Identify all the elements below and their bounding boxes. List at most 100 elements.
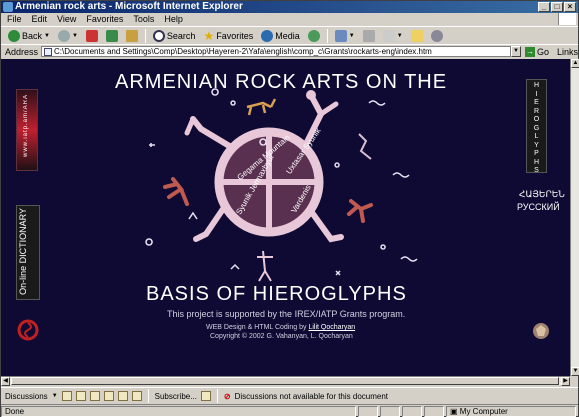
folder-button[interactable] — [408, 28, 426, 44]
browser-window: Armenian rock arts - Microsoft Internet … — [0, 0, 579, 417]
subscribe-icon[interactable] — [200, 391, 211, 401]
discussions-button[interactable]: Discussions — [5, 392, 48, 401]
toolbar: Back ▼ ▼ Search ★ Favorites Media ▼ ▼ — [1, 26, 578, 44]
hieroglyphs-button[interactable]: HIEROGLYPHS — [526, 79, 547, 174]
status-panel — [424, 405, 444, 417]
computer-icon: ▣ — [450, 406, 458, 416]
back-arrow-icon — [8, 29, 20, 42]
status-bar: Done ▣ My Computer — [1, 404, 578, 417]
credit-prefix: WEB Design & HTML Coding by — [206, 324, 307, 331]
petroglyph-figure-bottom — [257, 250, 273, 282]
discussions-message: Discussions not available for this docum… — [234, 391, 389, 401]
not-available-icon: ⊘ — [223, 391, 231, 401]
subscribe-button[interactable]: Subscribe... — [155, 392, 197, 401]
petroglyph-deer-top — [246, 98, 277, 116]
scroll-right-button[interactable]: ▶ — [561, 377, 570, 386]
support-note: This project is supported by the IREX/IA… — [167, 309, 406, 319]
home-icon — [125, 29, 138, 42]
eternity-sign-icon[interactable] — [17, 319, 39, 341]
minimize-button[interactable]: _ — [538, 2, 550, 12]
history-button[interactable] — [305, 28, 323, 44]
close-button[interactable]: × — [564, 2, 576, 12]
toolbar-separator — [216, 389, 218, 403]
stop-button[interactable] — [83, 28, 101, 44]
menu-help[interactable]: Help — [164, 14, 183, 24]
horizontal-scroll-thumb[interactable] — [11, 377, 559, 385]
discussion-icon[interactable] — [103, 391, 114, 401]
status-panel — [402, 405, 422, 417]
history-icon — [307, 29, 320, 42]
page-content: Gegama Mountain Uxtasar Syunik Syunik Je… — [1, 59, 570, 376]
address-bar: Address C:\Documents and Settings\Comp\D… — [1, 44, 578, 58]
vertical-scrollbar[interactable]: ▲ ▼ — [570, 59, 579, 376]
scroll-down-button[interactable]: ▼ — [571, 367, 579, 376]
edit-button[interactable]: ▼ — [380, 28, 406, 44]
site-url-banner[interactable]: www.iatp.am/ARA — [16, 89, 38, 171]
chevron-down-icon: ▼ — [51, 393, 58, 399]
search-button[interactable]: Search — [150, 28, 199, 44]
home-button[interactable] — [123, 28, 141, 44]
links-button[interactable]: Links — [557, 47, 578, 57]
dictionary-button[interactable]: On-line DICTIONARY — [16, 205, 40, 300]
star-icon: ★ — [203, 28, 215, 43]
chevron-down-icon: ▼ — [396, 32, 403, 39]
favorites-label: Favorites — [216, 30, 254, 41]
site-url-text: www.iatp.am/ARA — [23, 94, 29, 158]
hieroglyphs-label: HIEROGLYPHS — [533, 82, 540, 174]
chevron-down-icon: ▼ — [71, 32, 78, 39]
forward-button[interactable]: ▼ — [55, 28, 81, 44]
discussion-icon[interactable] — [117, 391, 128, 401]
print-icon — [362, 29, 375, 42]
discussions-bar: Discussions ▼ Subscribe... ⊘ Discussions… — [1, 387, 578, 404]
address-dropdown-button[interactable]: ▼ — [510, 46, 521, 57]
page-title: ARMENIAN ROCK ARTS ON THE — [115, 71, 448, 93]
horizontal-scrollbar[interactable]: ◀ ▶ — [1, 376, 570, 386]
menu-tools[interactable]: Tools — [133, 14, 154, 24]
menu-favorites[interactable]: Favorites — [86, 14, 123, 24]
scroll-left-button[interactable]: ◀ — [1, 377, 10, 386]
messenger-button[interactable] — [428, 28, 446, 44]
chevron-down-icon: ▼ — [348, 32, 355, 39]
title-bar: Armenian rock arts - Microsoft Internet … — [1, 1, 578, 13]
petroglyph-red-figure-right — [347, 199, 373, 223]
search-icon — [152, 29, 165, 42]
coat-of-arms-icon[interactable] — [531, 321, 551, 341]
maximize-button[interactable]: □ — [551, 2, 563, 12]
toolbar-separator — [144, 28, 146, 43]
menu-edit[interactable]: Edit — [32, 14, 48, 24]
back-button[interactable]: Back ▼ — [5, 28, 53, 44]
language-armenian-link[interactable]: ՀԱՅԵՐԵՆ — [519, 189, 565, 200]
designer-link[interactable]: Lilit Qocharyan — [308, 324, 355, 331]
discussion-icon[interactable] — [131, 391, 142, 401]
address-input[interactable]: C:\Documents and Settings\Comp\Desktop\H… — [41, 46, 511, 57]
media-button[interactable]: Media — [258, 28, 303, 44]
discussion-icon[interactable] — [75, 391, 86, 401]
back-label: Back — [22, 30, 43, 41]
chevron-down-icon: ▼ — [44, 32, 50, 39]
zone-label: My Computer — [459, 406, 508, 416]
edit-icon — [382, 29, 395, 42]
windows-logo-icon — [558, 13, 576, 25]
messenger-icon — [430, 29, 443, 42]
menu-file[interactable]: File — [7, 14, 22, 24]
stop-icon — [85, 29, 98, 42]
favorites-button[interactable]: ★ Favorites — [200, 28, 256, 44]
refresh-icon — [105, 29, 118, 42]
scroll-up-button[interactable]: ▲ — [571, 59, 579, 68]
print-button[interactable] — [360, 28, 378, 44]
mail-button[interactable]: ▼ — [332, 28, 358, 44]
media-icon — [261, 29, 274, 42]
go-label: Go — [536, 46, 549, 57]
discussion-icon[interactable] — [89, 391, 100, 401]
ie-icon — [3, 2, 13, 12]
dictionary-label: On-line DICTIONARY — [18, 208, 28, 295]
page-subtitle: BASIS OF HIEROGLYPHS — [146, 283, 407, 305]
refresh-button[interactable] — [103, 28, 121, 44]
discussion-icon[interactable] — [61, 391, 72, 401]
go-button[interactable]: → Go — [524, 46, 549, 57]
language-russian-link[interactable]: РУССКИЙ — [517, 202, 560, 212]
folder-icon — [410, 29, 423, 42]
menu-view[interactable]: View — [57, 14, 76, 24]
petroglyph-squiggle-right — [358, 133, 372, 160]
status-panel — [380, 405, 400, 417]
